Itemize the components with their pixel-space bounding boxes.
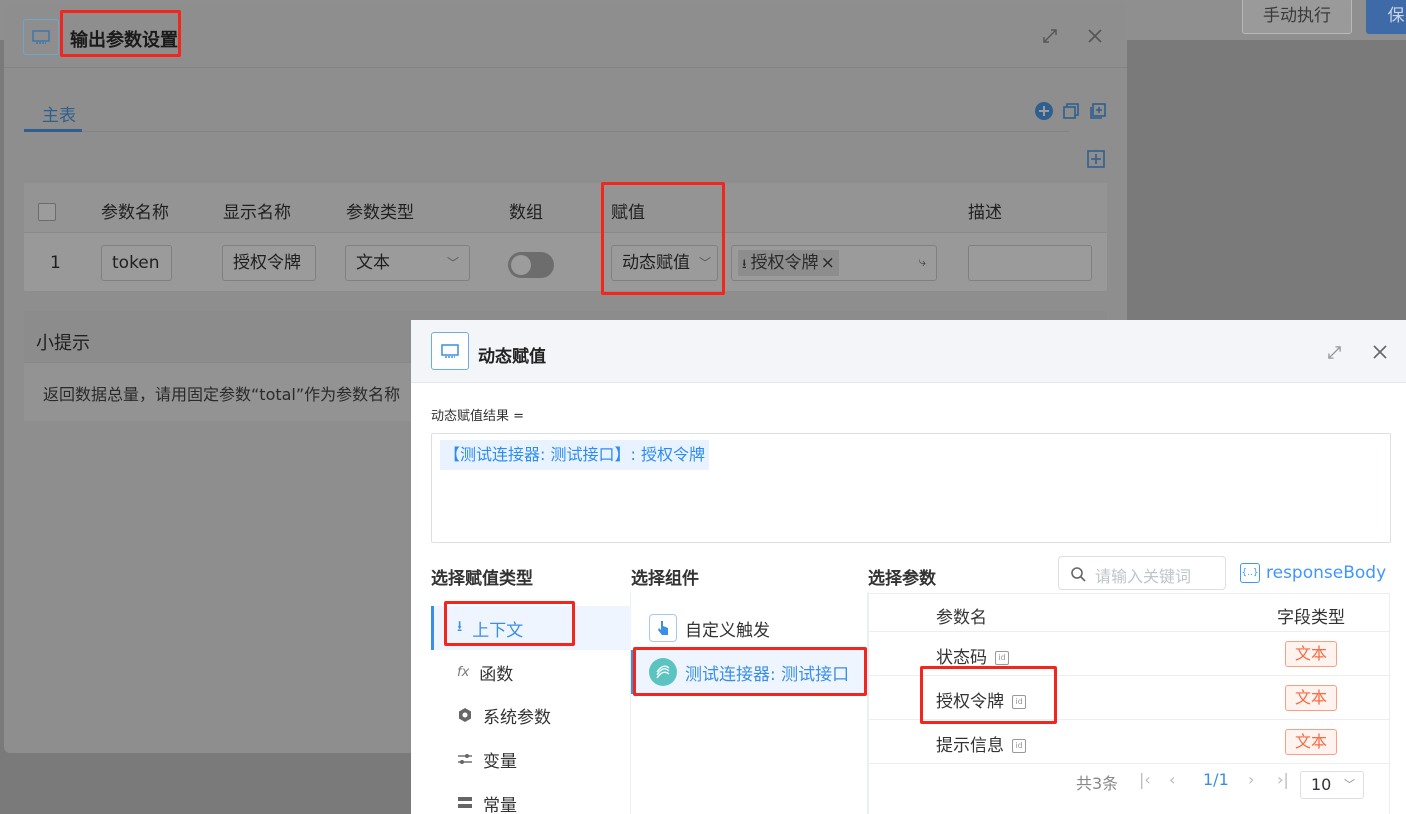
tab-active-indicator [24,129,82,132]
field-type-tag: 文本 [1285,641,1337,667]
assign-value-field[interactable]: ⭳ 授权令牌 × ⤷ [731,245,937,281]
expand-icon[interactable] [1327,343,1342,363]
last-page-icon[interactable]: ›| [1277,770,1289,789]
param-name-text: 状态码 [936,648,987,668]
copy-icon[interactable] [1061,101,1081,121]
type-item-label: 系统参数 [483,707,551,728]
highlight-box [601,182,725,295]
display-name-input[interactable]: 授权令牌 [222,245,316,281]
type-item-constant[interactable]: 常量 [431,781,631,814]
total-count: 共3条 [1076,774,1119,793]
type-item-label: 变量 [483,751,517,772]
json-icon: {..} [1240,563,1260,583]
add-copy-icon[interactable] [1088,101,1108,121]
variable-picker-icon[interactable]: ⤷ [919,246,926,280]
field-type-tag: 文本 [1285,729,1337,755]
highlight-box [633,647,867,696]
expand-icon[interactable] [1042,27,1058,47]
tips-text: 返回数据总量，请用固定参数“total”作为参数名称 [43,385,401,404]
table-header: 参数名 字段类型 [869,594,1389,632]
close-icon[interactable] [1087,27,1103,47]
col-array: 数组 [509,203,543,223]
type-item-variable[interactable]: 变量 [431,737,631,781]
tips-title: 小提示 [36,333,90,354]
type-item-system-param[interactable]: 系统参数 [431,693,631,737]
param-name-text: 提示信息 [936,736,1004,756]
field-type-tag: 文本 [1285,685,1337,711]
output-params-table: 参数名称 显示名称 参数类型 数组 赋值 描述 1 token 授权令牌 文本 … [24,182,1107,295]
system-param-icon [459,708,471,722]
manual-execute-button[interactable]: 手动执行 [1242,0,1352,34]
page-size-value: 10 [1311,775,1332,794]
param-name-cell: 提示信息 id [936,731,1026,756]
context-icon: ⭳ [742,257,747,272]
col-param-name: 参数名 [936,608,987,628]
component-item-label: 自定义触发 [685,620,770,641]
add-circle-icon[interactable] [1034,101,1054,121]
constant-icon [458,797,472,808]
result-tag: 【测试连接器: 测试接口】: 授权令牌 [440,440,709,470]
function-icon: fx [457,664,470,680]
param-type-value: 文本 [356,253,390,273]
section-param: 选择参数 [868,569,936,589]
section-component: 选择组件 [631,569,699,589]
col-param-name: 参数名称 [101,203,169,223]
highlight-box [920,666,1057,724]
type-item-label: 常量 [483,795,517,814]
result-label: 动态赋值结果 = [431,409,525,424]
monitor-icon [23,19,59,55]
array-toggle[interactable] [508,252,554,278]
highlight-box [444,601,575,646]
page-indicator: 1/1 [1203,770,1229,789]
first-page-icon[interactable]: |‹ [1139,770,1151,789]
param-search-input[interactable]: 请输入关键词 [1058,556,1226,590]
component-item-custom-trigger[interactable]: 自定义触发 [631,606,868,650]
search-icon [1071,567,1086,582]
prev-page-icon[interactable]: ‹ [1169,770,1175,789]
close-icon[interactable] [1372,343,1388,363]
response-body-link[interactable]: {..} responseBody [1240,563,1386,583]
param-name-input[interactable]: token [101,245,172,281]
chevron-down-icon: ﹀ [1344,778,1355,791]
highlight-box [60,10,181,57]
custom-trigger-icon [649,614,677,642]
modal-title: 动态赋值 [478,347,546,367]
id-icon: id [995,651,1009,665]
component-list: 自定义触发 测试连接器: 测试接口 [631,592,868,814]
table-row[interactable]: 提示信息 id 文本 [869,720,1389,764]
dynamic-assign-modal: 动态赋值 动态赋值结果 = 【测试连接器: 测试接口】: 授权令牌 选择赋值类型… [411,320,1406,814]
col-field-type: 字段类型 [1277,608,1345,628]
col-display-name: 显示名称 [223,203,291,223]
type-item-function[interactable]: fx 函数 [431,650,631,694]
chevron-down-icon: ﹀ [446,256,459,270]
add-row-icon[interactable] [1086,149,1106,169]
variable-icon [458,754,472,764]
select-all-checkbox[interactable] [38,203,56,221]
col-param-type: 参数类型 [346,203,414,223]
assign-value-tag-label: 授权令牌 [750,253,819,273]
description-input[interactable] [968,245,1092,281]
result-field[interactable]: 【测试连接器: 测试接口】: 授权令牌 [431,433,1391,543]
modal-header: 输出参数设置 [4,5,1127,68]
search-placeholder: 请输入关键词 [1095,567,1192,586]
modal-header: 动态赋值 [411,320,1406,383]
next-page-icon[interactable]: › [1248,770,1254,789]
section-assign-type: 选择赋值类型 [431,569,533,589]
assign-value-tag: ⭳ 授权令牌 × [738,250,839,276]
save-button[interactable]: 保 [1366,0,1406,34]
param-name-cell: 状态码 id [936,643,1009,668]
tab-main-table[interactable]: 主表 [42,101,76,126]
page-size-select[interactable]: 10 ﹀ [1300,771,1364,799]
response-body-label: responseBody [1266,563,1387,583]
table-header: 参数名称 显示名称 参数类型 数组 赋值 描述 [24,183,1107,233]
id-icon: id [1012,739,1026,753]
type-item-label: 函数 [479,664,514,685]
col-description: 描述 [968,203,1002,223]
tag-close-icon[interactable]: × [821,253,835,273]
row-index: 1 [50,253,61,273]
param-type-select[interactable]: 文本 ﹀ [345,245,470,281]
monitor-icon [431,332,469,370]
tab-divider [24,131,1069,132]
